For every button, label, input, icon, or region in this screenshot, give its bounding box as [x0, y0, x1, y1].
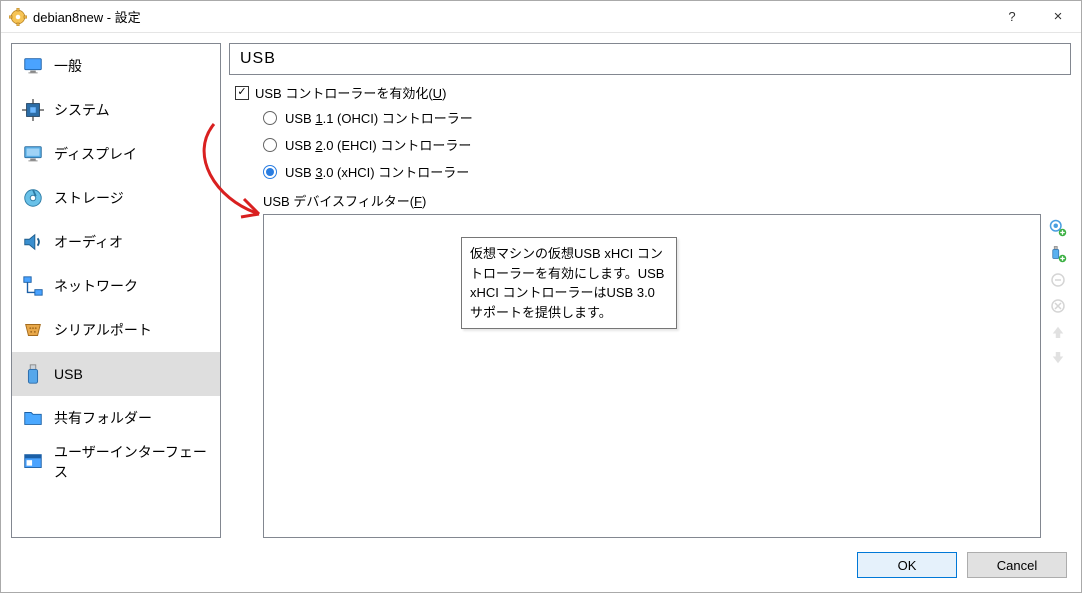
titlebar-left: debian8new - 設定	[9, 7, 141, 26]
enable-usb-checkbox[interactable]: ✓	[235, 86, 249, 100]
usb20-radio[interactable]	[263, 138, 277, 152]
enable-usb-label: USB コントローラーを有効化(U)	[255, 83, 446, 102]
sidebar-item-system[interactable]: システム	[12, 88, 220, 132]
filter-tools	[1045, 214, 1071, 538]
sidebar-item-label: ディスプレイ	[54, 144, 137, 164]
display-icon	[22, 143, 44, 165]
titlebar: debian8new - 設定 ? ×	[1, 1, 1081, 33]
usb-add-empty-icon[interactable]	[1048, 218, 1068, 238]
tooltip: 仮想マシンの仮想USB xHCI コントローラーを有効にします。USB xHCI…	[461, 237, 677, 329]
sidebar-item-label: シリアルポート	[54, 320, 152, 340]
usb-add-from-device-icon[interactable]	[1048, 244, 1068, 264]
enable-usb-row[interactable]: ✓ USB コントローラーを有効化(U)	[235, 83, 1071, 102]
sidebar-item-usb[interactable]: USB	[12, 352, 220, 396]
window-title: debian8new - 設定	[33, 7, 141, 26]
usb-edit-icon[interactable]	[1048, 270, 1068, 290]
usb11-radio[interactable]	[263, 111, 277, 125]
serial-port-icon	[22, 319, 44, 341]
usb20-radio-row[interactable]: USB 2.0 (EHCI) コントローラー	[263, 135, 1071, 154]
sidebar-item-storage[interactable]: ストレージ	[12, 176, 220, 220]
usb30-radio[interactable]	[263, 165, 277, 179]
sidebar-item-label: USB	[54, 366, 83, 382]
sidebar-item-label: オーディオ	[54, 232, 123, 252]
usb-move-up-icon[interactable]	[1048, 322, 1068, 342]
dialog-buttons: OK Cancel	[1, 548, 1081, 592]
disk-icon	[22, 187, 44, 209]
speaker-icon	[22, 231, 44, 253]
filter-label: USB デバイスフィルター(F)	[263, 191, 1071, 210]
sidebar-item-network[interactable]: ネットワーク	[12, 264, 220, 308]
sidebar-item-label: ユーザーインターフェース	[54, 442, 210, 482]
ok-button[interactable]: OK	[857, 552, 957, 578]
sidebar-item-label: 一般	[54, 56, 82, 76]
usb11-radio-row[interactable]: USB 1.1 (OHCI) コントローラー	[263, 108, 1071, 127]
ui-icon	[22, 451, 44, 473]
close-button[interactable]: ×	[1035, 1, 1081, 33]
usb30-radio-row[interactable]: USB 3.0 (xHCI) コントローラー	[263, 162, 1071, 181]
folder-icon	[22, 407, 44, 429]
network-icon	[22, 275, 44, 297]
settings-window: debian8new - 設定 ? × 一般 システム	[0, 0, 1082, 593]
gear-icon	[9, 8, 27, 26]
sidebar-item-display[interactable]: ディスプレイ	[12, 132, 220, 176]
settings-sidebar: 一般 システム ディスプレイ ストレージ	[11, 43, 221, 538]
sidebar-item-serial[interactable]: シリアルポート	[12, 308, 220, 352]
usb-icon	[22, 363, 44, 385]
titlebar-controls: ? ×	[989, 1, 1081, 32]
sidebar-item-label: ネットワーク	[54, 276, 138, 296]
chip-icon	[22, 99, 44, 121]
section-title: USB	[229, 43, 1071, 75]
sidebar-item-general[interactable]: 一般	[12, 44, 220, 88]
usb-controller-radios: USB 1.1 (OHCI) コントローラー USB 2.0 (EHCI) コン…	[263, 108, 1071, 181]
usb30-label: USB 3.0 (xHCI) コントローラー	[285, 162, 469, 181]
sidebar-item-label: ストレージ	[54, 188, 124, 208]
sidebar-item-label: 共有フォルダー	[54, 408, 152, 428]
sidebar-item-ui[interactable]: ユーザーインターフェース	[12, 440, 220, 484]
monitor-icon	[22, 55, 44, 77]
cancel-button[interactable]: Cancel	[967, 552, 1067, 578]
usb11-label: USB 1.1 (OHCI) コントローラー	[285, 108, 473, 127]
sidebar-item-shared[interactable]: 共有フォルダー	[12, 396, 220, 440]
help-button[interactable]: ?	[989, 1, 1035, 33]
usb20-label: USB 2.0 (EHCI) コントローラー	[285, 135, 471, 154]
usb-move-down-icon[interactable]	[1048, 348, 1068, 368]
sidebar-item-label: システム	[54, 100, 110, 120]
sidebar-item-audio[interactable]: オーディオ	[12, 220, 220, 264]
usb-remove-icon[interactable]	[1048, 296, 1068, 316]
